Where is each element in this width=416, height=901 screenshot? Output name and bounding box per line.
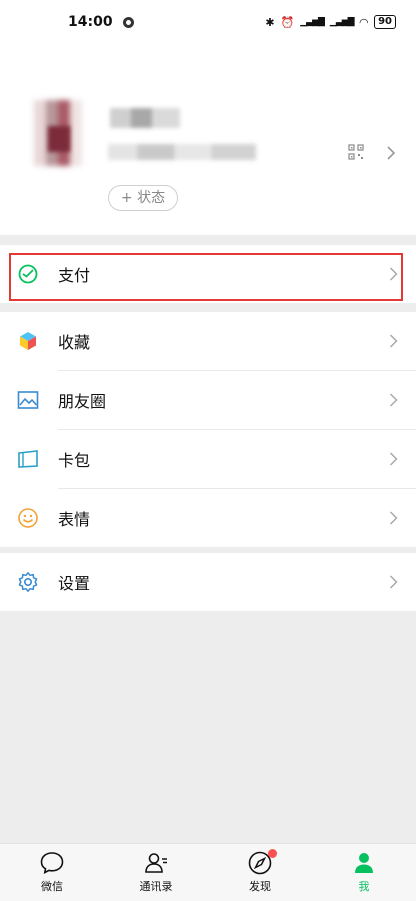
wechat-id-blurred — [108, 144, 256, 160]
tab-chats[interactable]: 微信 — [0, 844, 104, 901]
menu-label-moments: 朋友圈 — [58, 392, 107, 411]
add-status-button[interactable]: + 状态 — [108, 185, 178, 211]
cards-wallet-icon — [18, 450, 38, 468]
tab-label-chats: 微信 — [41, 880, 63, 893]
status-notification-icon — [122, 16, 134, 28]
chat-bubble-icon — [40, 852, 64, 874]
profile-header[interactable]: + 状态 — [0, 44, 416, 235]
contacts-icon — [145, 853, 167, 873]
chevron-right-icon — [389, 575, 398, 589]
chevron-right-icon — [389, 511, 398, 525]
qr-code-icon[interactable] — [348, 144, 364, 160]
chevron-right-icon — [389, 393, 398, 407]
person-icon — [355, 853, 373, 873]
favorites-cube-icon — [20, 332, 36, 350]
chevron-right-icon — [389, 334, 398, 348]
tab-label-discover: 发现 — [249, 880, 271, 893]
signal-icon-2: ▁▃▅▇ — [329, 17, 355, 27]
menu-label-settings: 设置 — [58, 574, 91, 593]
chevron-right-icon — [387, 146, 396, 160]
menu-label-favorites: 收藏 — [58, 333, 91, 352]
menu-label-stickers: 表情 — [58, 510, 91, 529]
menu-group-settings: 设置 — [0, 553, 416, 611]
menu-item-settings[interactable]: 设置 — [0, 553, 416, 611]
notification-dot — [268, 849, 278, 858]
menu-item-favorites[interactable]: 收藏 — [0, 312, 416, 370]
nickname-blurred — [110, 108, 180, 128]
wifi-icon: ◠ — [359, 15, 369, 29]
status-time: 14:00 — [68, 14, 113, 30]
alarm-icon: ⏰ — [280, 15, 295, 29]
menu-item-cards[interactable]: 卡包 — [0, 430, 416, 488]
menu-item-moments[interactable]: 朋友圈 — [0, 371, 416, 429]
signal-icon-1: ▁▃▅▇ — [300, 17, 325, 27]
tab-contacts[interactable]: 通讯录 — [104, 844, 208, 901]
chevron-right-icon — [389, 452, 398, 466]
menu-item-stickers[interactable]: 表情 — [0, 489, 416, 547]
stickers-smiley-icon — [18, 508, 38, 528]
bottom-tab-bar: 微信 通讯录 发现 我 — [0, 843, 416, 901]
tab-me[interactable]: 我 — [312, 844, 416, 901]
tab-label-me: 我 — [358, 880, 370, 893]
moments-picture-icon — [17, 391, 39, 409]
menu-group-main: 收藏 朋友圈 卡包 表情 — [0, 312, 416, 547]
highlight-box — [9, 253, 403, 301]
status-bar: 14:00 ✱ ⏰ ▁▃▅▇ ▁▃▅▇ ◠ 90 — [0, 0, 416, 44]
gear-icon — [18, 572, 38, 592]
bluetooth-icon: ✱ — [265, 15, 275, 29]
tab-discover[interactable]: 发现 — [208, 844, 312, 901]
tab-label-contacts: 通讯录 — [139, 880, 173, 893]
battery-indicator: 90 — [374, 15, 396, 29]
avatar-detail — [48, 126, 70, 152]
menu-label-cards: 卡包 — [58, 451, 91, 470]
